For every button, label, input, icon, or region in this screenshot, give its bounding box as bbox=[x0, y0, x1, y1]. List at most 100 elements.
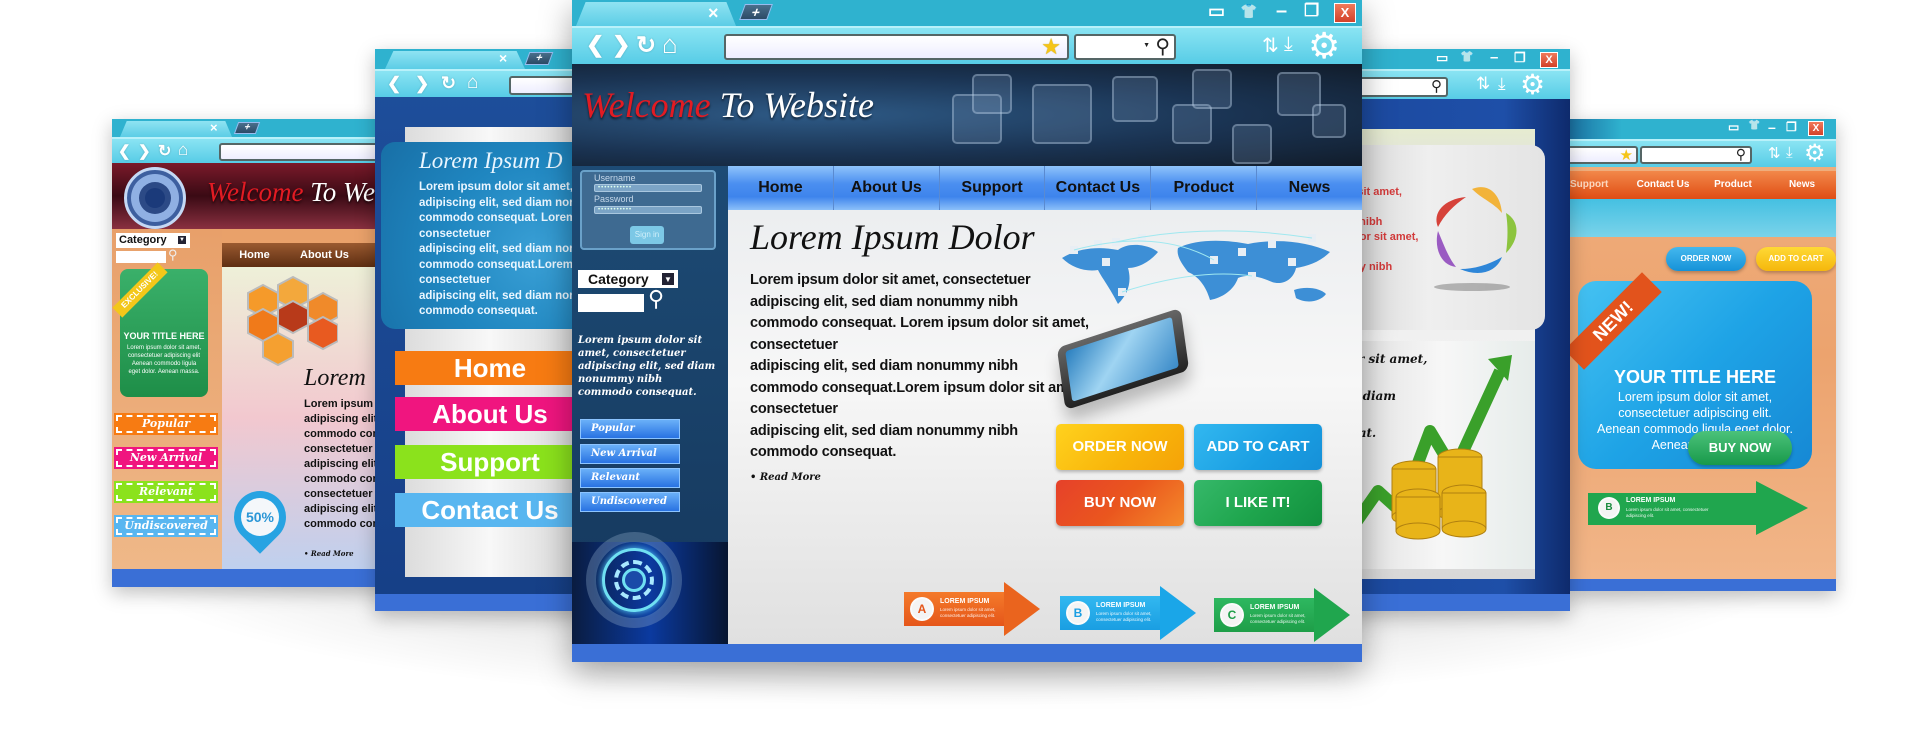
chevron-down-icon[interactable]: ▼ bbox=[177, 235, 187, 245]
dropdown-icon[interactable]: ▼ bbox=[1143, 42, 1150, 49]
nav-product[interactable]: Product bbox=[1151, 166, 1258, 210]
menu-item-about[interactable]: About Us bbox=[287, 243, 362, 267]
address-bar[interactable]: ★ bbox=[1568, 146, 1638, 164]
back-icon[interactable]: ❮ bbox=[118, 142, 131, 160]
minimize-icon[interactable]: – bbox=[1276, 0, 1287, 23]
home-icon[interactable]: ⌂ bbox=[662, 29, 678, 60]
nav-contact-us[interactable]: Contact Us bbox=[1045, 166, 1152, 210]
new-tab-button[interactable]: + bbox=[524, 52, 554, 65]
settings-icon[interactable]: ⚙ bbox=[1308, 25, 1340, 67]
reload-icon[interactable]: ↻ bbox=[441, 73, 456, 94]
search-icon[interactable]: ⚲ bbox=[1155, 34, 1170, 59]
menu-item-contact[interactable]: Contact Us bbox=[395, 493, 585, 527]
tag-relevant[interactable]: Relevant bbox=[114, 481, 218, 503]
browser-tab[interactable]: × bbox=[385, 51, 525, 69]
nav-home[interactable]: Home bbox=[728, 166, 834, 210]
buy-now-button[interactable]: BUY NOW bbox=[1056, 480, 1184, 526]
skin-icon[interactable]: 👕 bbox=[1748, 120, 1760, 131]
chat-icon[interactable]: ▭ bbox=[1436, 50, 1448, 66]
browser-window-far-left[interactable]: × + ❮ ❯ ↻ ⌂ Welcome To We Category ▼ ⚲ E… bbox=[112, 119, 392, 587]
search-icon[interactable]: ⚲ bbox=[1736, 146, 1746, 163]
download-icon[interactable]: ⤓ bbox=[1786, 144, 1793, 161]
menu-item-support[interactable]: Support bbox=[1568, 171, 1628, 199]
close-icon[interactable]: X bbox=[1540, 52, 1558, 68]
sync-icon[interactable]: ⇅ bbox=[1768, 144, 1781, 162]
chevron-down-icon[interactable]: ▼ bbox=[661, 272, 675, 286]
sidebar-search-input[interactable] bbox=[116, 251, 166, 263]
tag-new-arrival[interactable]: New Arrival bbox=[114, 447, 218, 469]
reload-icon[interactable]: ↻ bbox=[636, 31, 656, 60]
search-icon[interactable]: ⚲ bbox=[1431, 77, 1442, 95]
download-icon[interactable]: ⤓ bbox=[1284, 33, 1293, 56]
home-icon[interactable]: ⌂ bbox=[467, 72, 478, 94]
back-icon[interactable]: ❮ bbox=[586, 32, 604, 58]
close-window-button[interactable]: X bbox=[1334, 3, 1356, 23]
menu-item-home[interactable]: Home bbox=[222, 243, 287, 267]
tab-close-icon[interactable]: × bbox=[708, 3, 719, 24]
menu-item-support[interactable]: Support bbox=[395, 445, 585, 479]
download-icon[interactable]: ⤓ bbox=[1498, 74, 1506, 94]
back-icon[interactable]: ❮ bbox=[387, 74, 401, 94]
settings-icon[interactable]: ⚙ bbox=[1804, 139, 1826, 168]
search-icon[interactable]: ⚲ bbox=[648, 286, 664, 312]
menu-item-product[interactable]: Product bbox=[1698, 171, 1768, 199]
bookmark-star-icon[interactable]: ★ bbox=[1041, 34, 1061, 60]
restore-icon[interactable]: ❐ bbox=[1514, 50, 1526, 66]
chat-icon[interactable]: ▭ bbox=[1208, 1, 1225, 22]
menu-item-about[interactable]: About Us bbox=[395, 397, 585, 431]
search-box[interactable]: ⚲ bbox=[1350, 77, 1448, 97]
menu-item-home[interactable]: Home bbox=[395, 351, 585, 385]
category-select[interactable]: Category ▼ bbox=[116, 233, 190, 248]
nav-about-us[interactable]: About Us bbox=[834, 166, 940, 210]
restore-icon[interactable]: ❐ bbox=[1304, 1, 1319, 21]
nav-support[interactable]: Support bbox=[940, 166, 1046, 210]
sidebar-link-new-arrival[interactable]: New Arrival bbox=[580, 444, 680, 464]
forward-icon[interactable]: ❯ bbox=[415, 74, 429, 94]
buy-now-button[interactable]: BUY NOW bbox=[1688, 431, 1792, 465]
skin-icon[interactable]: 👕 bbox=[1460, 50, 1474, 63]
tag-popular[interactable]: Popular bbox=[114, 413, 218, 435]
step-arrow-b[interactable]: B LOREM IPSUM Lorem ipsum dolor sit amet… bbox=[1060, 586, 1196, 640]
read-more-link[interactable]: • Read More bbox=[750, 472, 821, 483]
new-tab-button[interactable]: + bbox=[233, 122, 261, 134]
search-box[interactable]: ▼ ⚲ bbox=[1074, 34, 1176, 60]
sign-in-button[interactable]: Sign in bbox=[630, 226, 664, 244]
home-icon[interactable]: ⌂ bbox=[178, 140, 188, 160]
sidebar-link-popular[interactable]: Popular bbox=[580, 419, 680, 439]
sidebar-link-relevant[interactable]: Relevant bbox=[580, 468, 680, 488]
username-input[interactable]: ••••••••••• bbox=[594, 184, 702, 192]
step-arrow-c[interactable]: C LOREM IPSUM Lorem ipsum dolor sit amet… bbox=[1214, 588, 1350, 642]
sync-icon[interactable]: ⇅ bbox=[1476, 74, 1490, 94]
read-more-link[interactable]: • Read More bbox=[304, 549, 354, 558]
search-icon[interactable]: ⚲ bbox=[168, 247, 178, 263]
sync-icon[interactable]: ⇅ bbox=[1262, 33, 1279, 58]
forward-icon[interactable]: ❯ bbox=[138, 142, 151, 160]
address-bar[interactable] bbox=[219, 143, 392, 161]
sidebar-search-input[interactable] bbox=[578, 294, 644, 312]
tab-close-icon[interactable]: × bbox=[499, 51, 507, 66]
close-icon[interactable]: X bbox=[1808, 121, 1824, 136]
settings-icon[interactable]: ⚙ bbox=[1520, 68, 1545, 101]
reload-icon[interactable]: ↻ bbox=[158, 141, 171, 161]
minimize-icon[interactable]: – bbox=[1768, 119, 1776, 135]
password-input[interactable]: ••••••••••• bbox=[594, 206, 702, 214]
nav-news[interactable]: News bbox=[1257, 166, 1362, 210]
browser-window-main[interactable]: ▭ 👕 – ❐ X × + ❮ ❯ ↻ ⌂ ★ ▼ ⚲ ⇅ ⤓ ⚙ Welcom… bbox=[572, 0, 1362, 662]
new-tab-button[interactable]: + bbox=[739, 4, 773, 20]
browser-window-left[interactable]: × + ❮ ❯ ↻ ⌂ Lorem Ipsum D Lorem ipsum do… bbox=[375, 49, 585, 611]
tab-close-icon[interactable]: × bbox=[210, 121, 218, 135]
add-to-cart-button[interactable]: ADD TO CART bbox=[1756, 247, 1836, 271]
address-bar[interactable]: ★ bbox=[724, 34, 1069, 60]
minimize-icon[interactable]: – bbox=[1490, 49, 1498, 66]
i-like-it-button[interactable]: I LIKE IT! bbox=[1194, 480, 1322, 526]
forward-icon[interactable]: ❯ bbox=[612, 32, 630, 58]
search-box[interactable]: ⚲ bbox=[1640, 146, 1752, 164]
add-to-cart-button[interactable]: ADD TO CART bbox=[1194, 424, 1322, 470]
order-now-button[interactable]: ORDER NOW bbox=[1056, 424, 1184, 470]
step-arrow-a[interactable]: A LOREM IPSUM Lorem ipsum dolor sit amet… bbox=[904, 582, 1040, 636]
order-now-button[interactable]: ORDER NOW bbox=[1666, 247, 1746, 271]
menu-item-contact[interactable]: Contact Us bbox=[1628, 171, 1698, 199]
browser-window-far-right[interactable]: ▭ 👕 – ❐ X ★ ⚲ ⇅ ⤓ ⚙ Support Contact Us P… bbox=[1568, 119, 1836, 591]
browser-tab[interactable]: × bbox=[120, 121, 232, 137]
browser-window-right[interactable]: ▭ 👕 – ❐ X ⚲ ⇅ ⤓ ⚙ r r sit amet, y nibh o… bbox=[1350, 49, 1570, 611]
